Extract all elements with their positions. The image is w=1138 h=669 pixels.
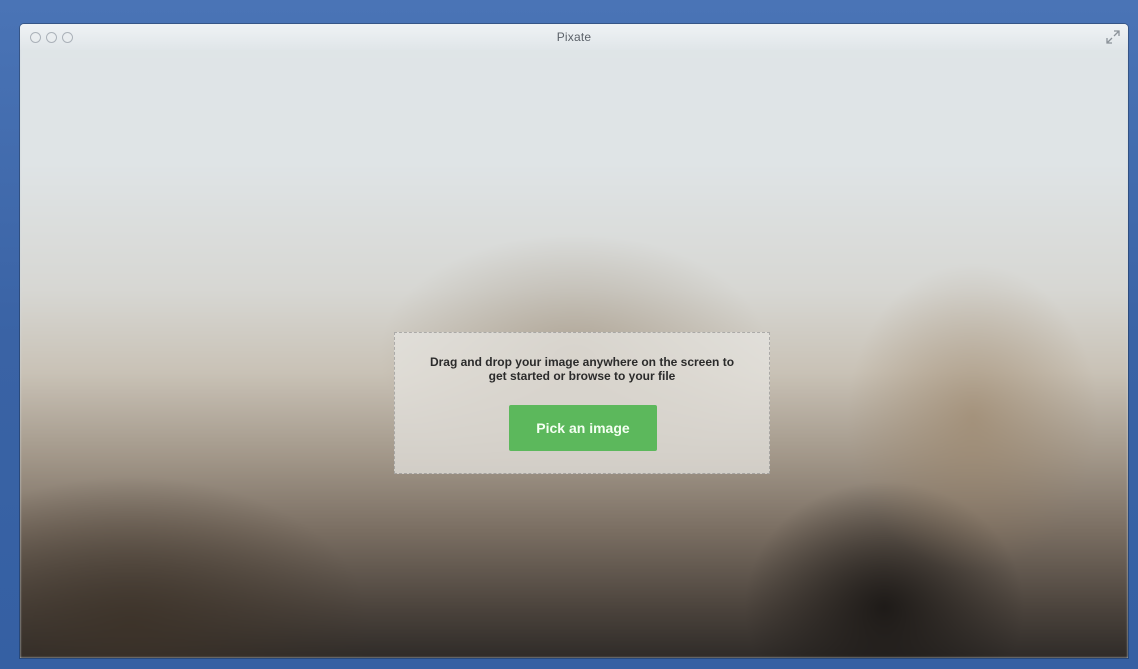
window-titlebar: Pixate (20, 24, 1128, 50)
desktop-background: Pixate Drag and drop your image anywhere… (0, 0, 1138, 669)
pick-image-button[interactable]: Pick an image (509, 405, 657, 451)
drop-instructions: Drag and drop your image anywhere on the… (429, 355, 735, 383)
expand-arrows-icon[interactable] (1106, 30, 1120, 44)
image-drop-zone[interactable]: Drag and drop your image anywhere on the… (394, 332, 770, 474)
window-title: Pixate (556, 30, 592, 44)
app-window: Pixate Drag and drop your image anywhere… (20, 24, 1128, 658)
